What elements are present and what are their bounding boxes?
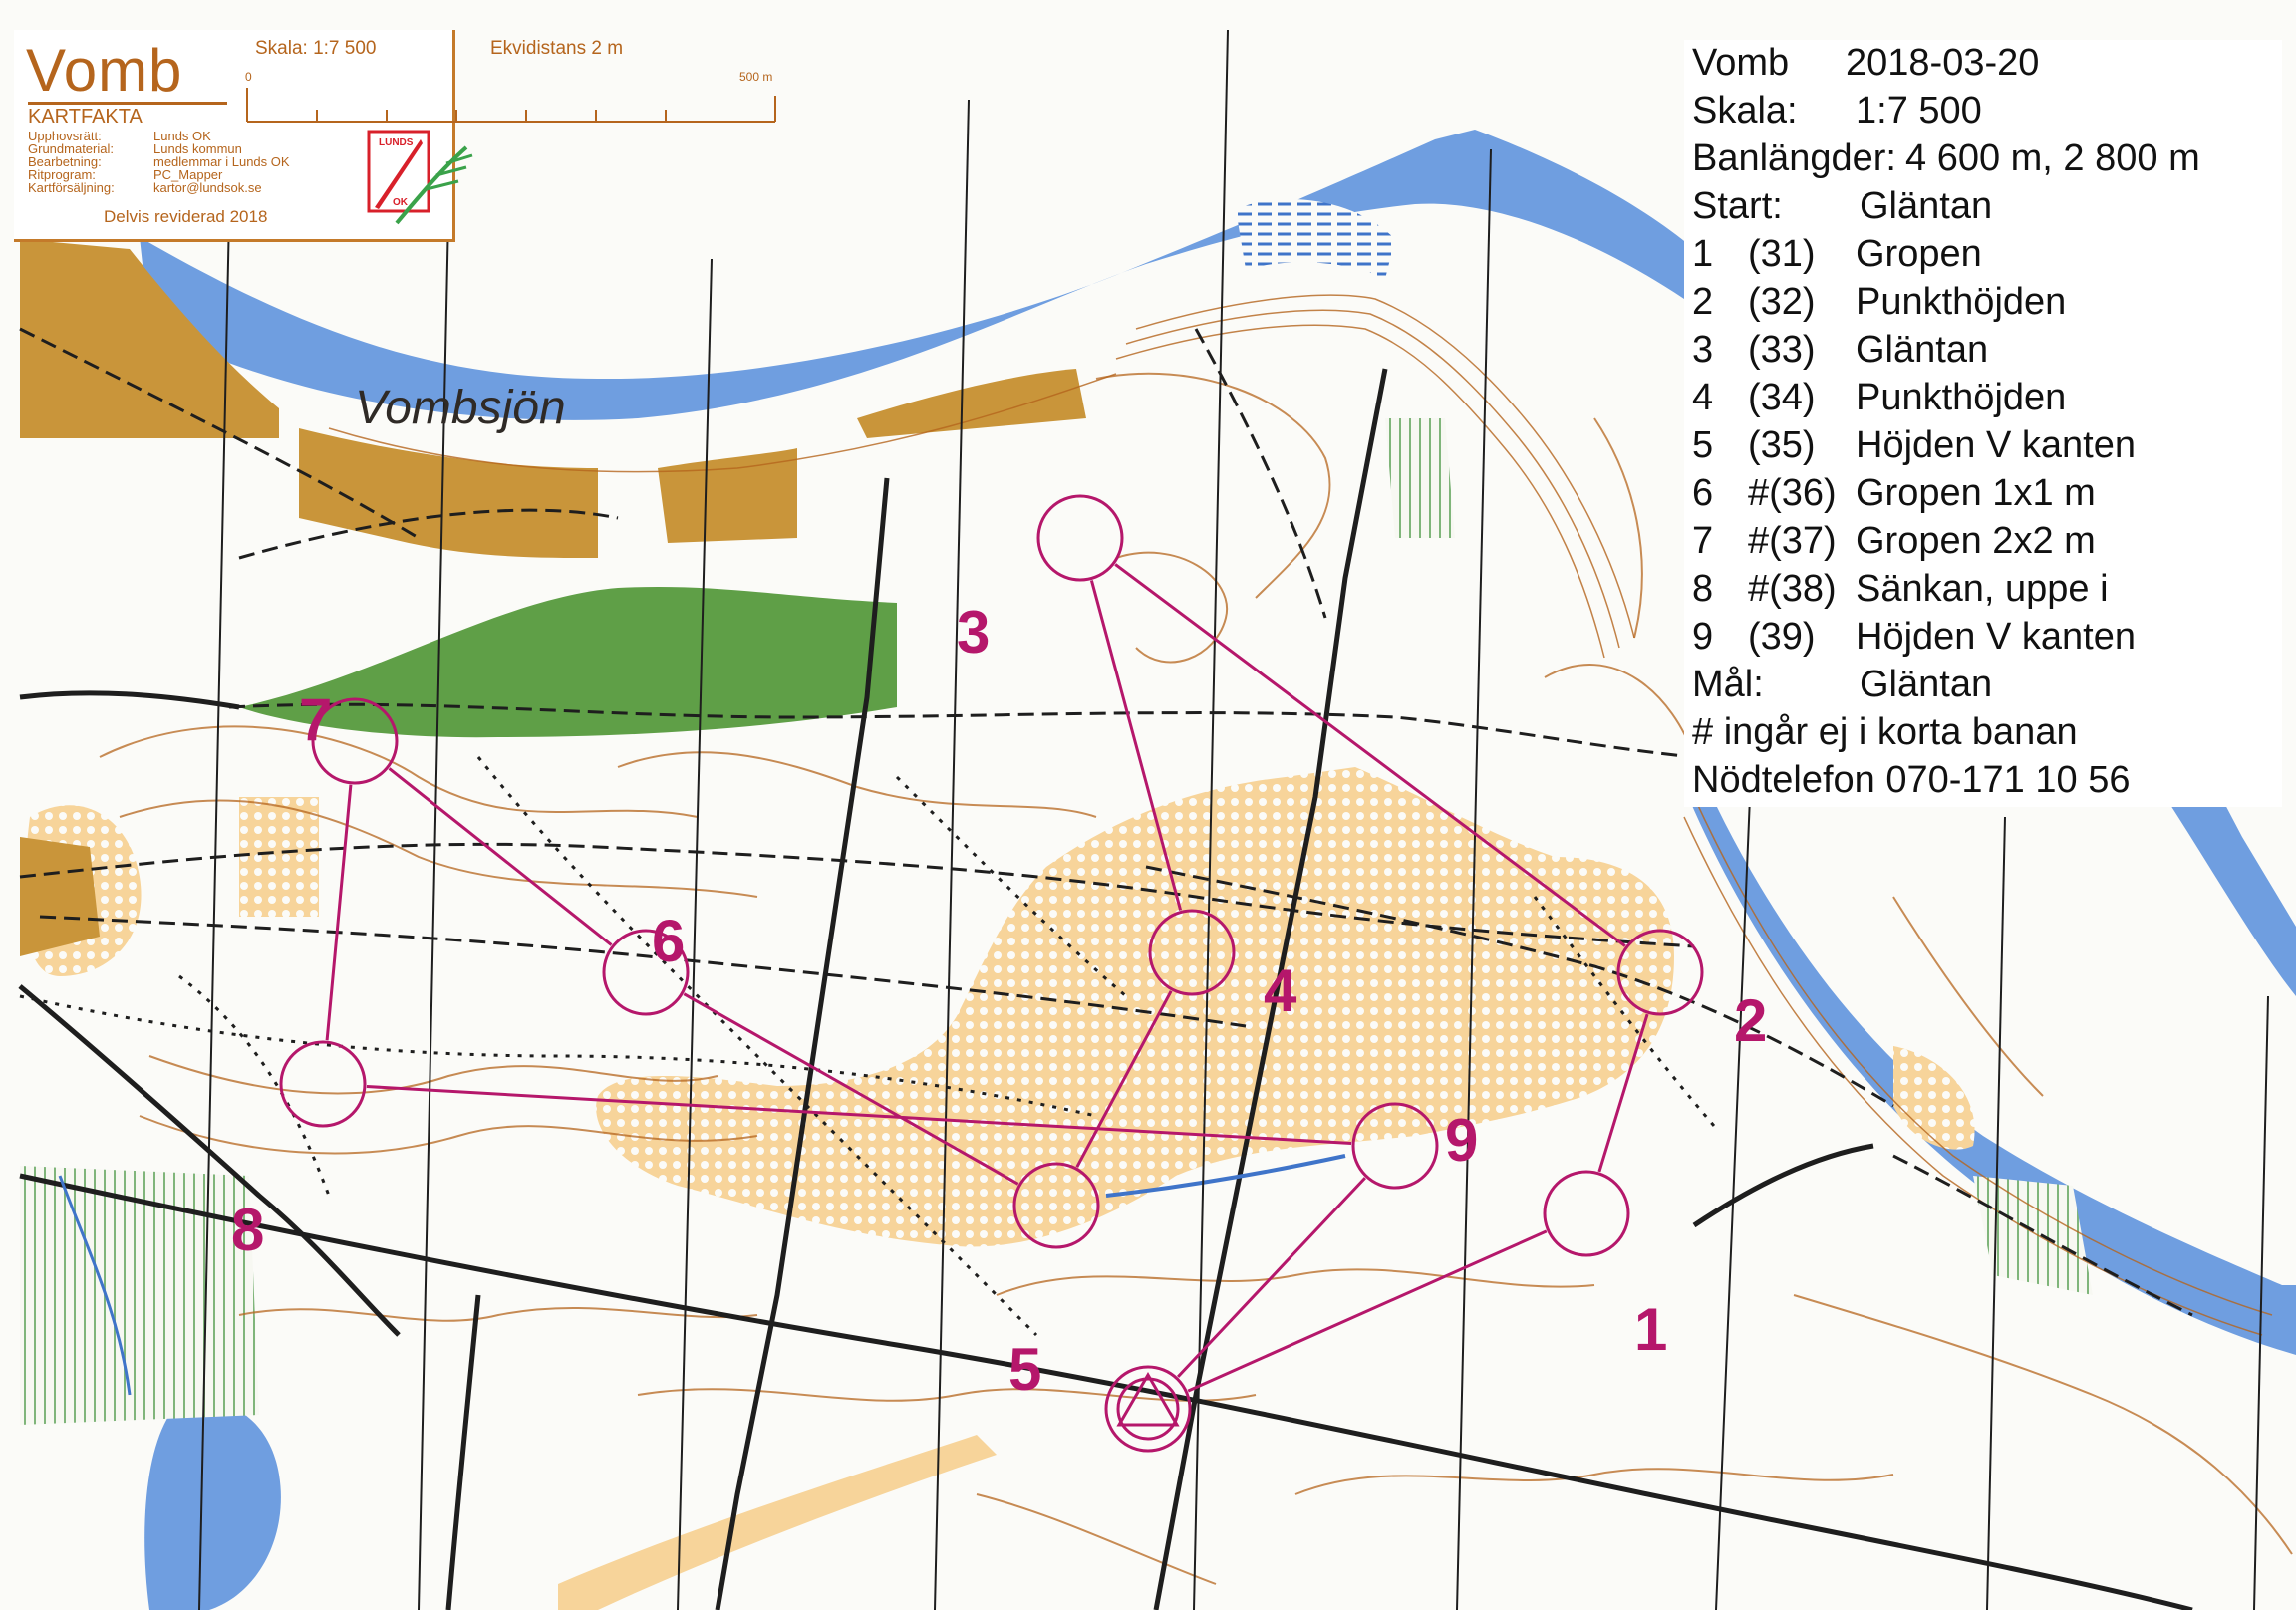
control-number: 4 (1264, 957, 1297, 1024)
control-desc-text: Gropen 1x1 m (1856, 472, 2096, 514)
control-desc-number: 4 (1692, 377, 1714, 418)
control-desc-text: Gropen 2x2 m (1856, 520, 2096, 562)
map-title: Vomb (26, 37, 183, 104)
control-desc-text: Sänkan, uppe i (1856, 568, 2109, 610)
control-number: 7 (299, 686, 333, 753)
logo-top-text: LUNDS (379, 137, 414, 148)
scale-row-label: Skala: (1692, 90, 1798, 132)
control-desc-number: 1 (1692, 233, 1714, 275)
control-desc-text: Punkthöjden (1856, 281, 2067, 323)
control-desc-number: 2 (1692, 281, 1714, 323)
control-desc-number: 3 (1692, 329, 1714, 371)
course-note: # ingår ej i korta banan (1692, 711, 2078, 753)
control-number: 8 (231, 1197, 265, 1263)
revision-note: Delvis reviderad 2018 (104, 207, 268, 226)
control-number: 6 (652, 908, 686, 974)
finish-value: Gläntan (1860, 664, 1993, 705)
control-number: 2 (1734, 987, 1768, 1054)
lake-label: Vombsjön (355, 382, 566, 434)
control-desc-text: Höjden V kanten (1856, 616, 2136, 658)
control-desc-number: 8 (1692, 568, 1714, 610)
gardens-south-west (20, 837, 100, 956)
control-desc-code: #(37) (1748, 520, 1837, 562)
orienteering-map: Vomb KARTFAKTA Upphovsrätt: Lunds OK Gru… (0, 0, 2296, 1610)
control-desc-code: (31) (1748, 233, 1816, 275)
control-desc-number: 9 (1692, 616, 1714, 658)
control-desc-code: (39) (1748, 616, 1816, 658)
finish-label: Mål: (1692, 664, 1764, 705)
control-number: 9 (1445, 1107, 1479, 1174)
start-value: Gläntan (1860, 185, 1993, 227)
control-desc-number: 7 (1692, 520, 1714, 562)
title-underline (28, 102, 227, 105)
control-desc-code: (33) (1748, 329, 1816, 371)
control-desc-text: Gläntan (1856, 329, 1989, 371)
kartfakta-heading: KARTFAKTA (28, 106, 143, 128)
course-date: 2018-03-20 (1846, 42, 2040, 84)
control-desc-code: (34) (1748, 377, 1816, 418)
club-logo: LUNDS OK (367, 130, 473, 225)
control-number: 1 (1634, 1296, 1668, 1363)
control-number: 3 (957, 599, 991, 666)
scale-bar (246, 88, 776, 123)
lengths-label: Banlängder: (1692, 137, 1896, 179)
logo-bottom-text: OK (393, 197, 409, 208)
control-desc-code: (35) (1748, 424, 1816, 466)
control-desc-number: 6 (1692, 472, 1714, 514)
control-desc-text: Punkthöjden (1856, 377, 2067, 418)
course-info-panel: Vomb 2018-03-20 Skala: 1:7 500 Banlängde… (1684, 40, 2282, 807)
open-land-field (239, 797, 319, 917)
lengths-value: 4 600 m, 2 800 m (1905, 137, 2200, 179)
scale-row-value: 1:7 500 (1856, 90, 1982, 132)
start-label: Start: (1692, 185, 1783, 227)
control-desc-code: (32) (1748, 281, 1816, 323)
undergrowth-north-east (1385, 418, 1455, 538)
fact-value: kartor@lundsok.se (153, 180, 262, 195)
control-desc-text: Gropen (1856, 233, 1982, 275)
control-number: 5 (1008, 1336, 1042, 1403)
control-desc-code: #(36) (1748, 472, 1837, 514)
undergrowth-south-west (20, 1166, 259, 1425)
scale-block: Skala: 1:7 500 Ekvidistans 2 m 0 500 m (245, 36, 793, 126)
control-desc-number: 5 (1692, 424, 1714, 466)
control-desc-text: Höjden V kanten (1856, 424, 2136, 466)
control-desc-code: #(38) (1748, 568, 1837, 610)
fact-label: Kartförsäljning: (28, 180, 115, 195)
course-name: Vomb (1692, 42, 1790, 84)
emergency-phone: Nödtelefon 070-171 10 56 (1692, 759, 2131, 801)
